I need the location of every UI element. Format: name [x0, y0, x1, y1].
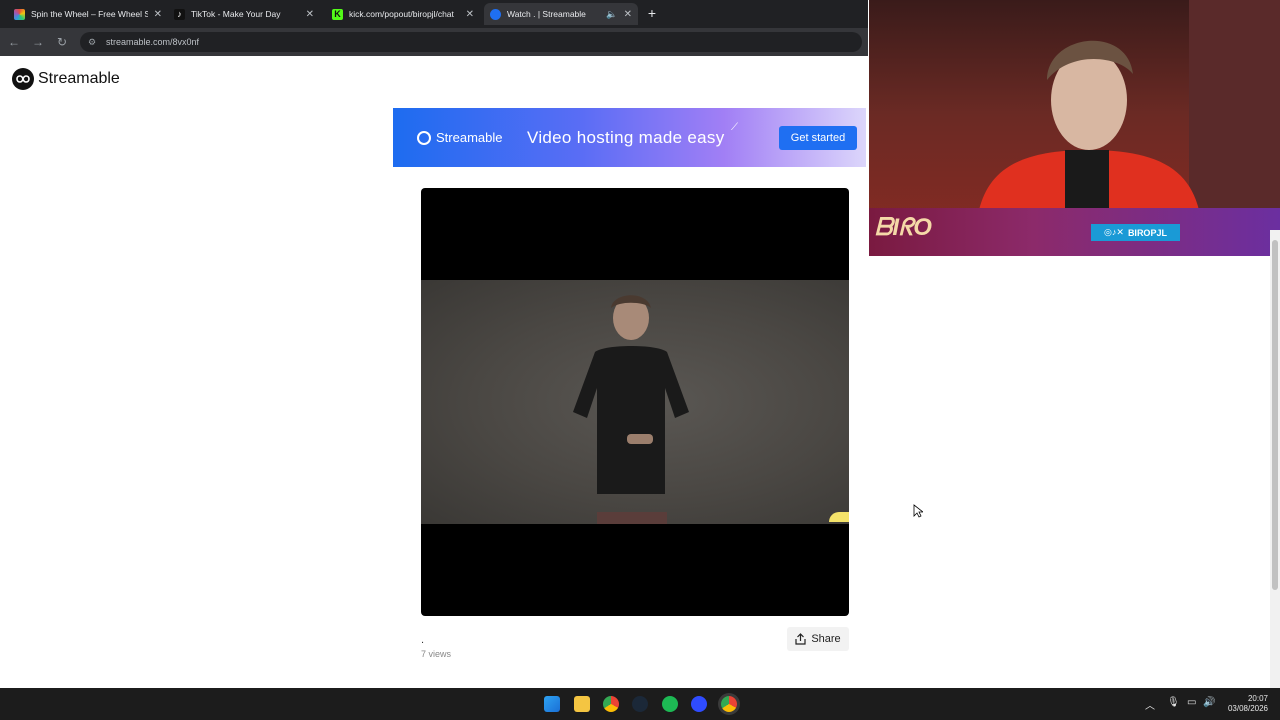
kick-favicon-icon: K	[332, 8, 343, 20]
tab-label: Watch . | Streamable	[507, 9, 586, 19]
streamable-logo-icon	[12, 68, 34, 90]
url-text[interactable]: streamable.com/8vx0nf	[106, 37, 199, 47]
address-bar[interactable]: ⚙ streamable.com/8vx0nf	[80, 32, 862, 52]
site-info-icon[interactable]: ⚙	[88, 37, 98, 47]
microphone-icon[interactable]: 🎙	[1167, 697, 1180, 708]
volume-icon[interactable]: 🔊	[1203, 697, 1215, 708]
screen: Spin the Wheel – Free Wheel Sp ✕ ♪ TikTo…	[0, 0, 1280, 720]
wheel-favicon-icon	[14, 8, 25, 20]
windows-start-icon[interactable]	[544, 696, 560, 712]
mouse-cursor-icon	[913, 504, 923, 518]
get-started-button[interactable]: Get started	[779, 126, 857, 150]
forward-arrow-icon[interactable]: →	[30, 34, 46, 50]
browser-tab-strip: Spin the Wheel – Free Wheel Sp ✕ ♪ TikTo…	[0, 0, 868, 28]
chevron-up-icon[interactable]: ︿	[1145, 697, 1155, 712]
banner-logo: Streamable	[417, 130, 502, 145]
social-handle-badge: ◎♪✕ BIROPJL	[1091, 224, 1180, 241]
streamable-logo-icon	[417, 130, 431, 145]
ea-app-icon[interactable]	[691, 696, 707, 712]
close-icon[interactable]: ✕	[466, 9, 474, 20]
view-count: 7 views	[421, 649, 452, 659]
sparkle-icon: ⟋	[731, 122, 738, 133]
webcam-overlay: ᗷIᖇO ◎♪✕ BIROPJL	[869, 0, 1280, 256]
speaker-icon[interactable]: 🔈	[606, 9, 617, 20]
streamable-logo[interactable]: Streamable	[12, 68, 120, 90]
social-icons: ◎♪✕	[1104, 227, 1124, 237]
tab-spin-the-wheel[interactable]: Spin the Wheel – Free Wheel Sp ✕	[8, 3, 168, 25]
scrollbar-thumb[interactable]	[1272, 240, 1278, 590]
tab-kick-chat[interactable]: K kick.com/popout/biropjl/chat ✕	[326, 3, 480, 25]
file-explorer-icon[interactable]	[574, 696, 590, 712]
clock-time: 20:07	[1247, 694, 1268, 703]
social-handle-text: BIROPJL	[1127, 227, 1167, 238]
person-figure	[573, 295, 689, 524]
close-icon[interactable]: ✕	[624, 9, 632, 20]
network-icon[interactable]: ▭	[1187, 697, 1196, 708]
system-clock[interactable]: 20:07 03/08/2026	[1228, 694, 1268, 714]
streamable-favicon-icon	[490, 8, 501, 20]
video-frame	[421, 280, 849, 524]
video-player[interactable]	[421, 188, 849, 616]
browser-toolbar: ← → ↻ ⚙ streamable.com/8vx0nf	[0, 28, 868, 56]
tab-streamable[interactable]: Watch . | Streamable 🔈 ✕	[484, 3, 638, 25]
back-arrow-icon[interactable]: ←	[6, 34, 22, 50]
close-icon[interactable]: ✕	[154, 9, 162, 20]
streamable-page: Streamable Streamable Video hosting made…	[0, 56, 868, 688]
banner-logo-text: Streamable	[436, 130, 503, 145]
share-button[interactable]: Share	[787, 627, 849, 651]
tab-label: TikTok - Make Your Day	[191, 9, 281, 19]
windows-taskbar: ︿ 🎙 ▭ 🔊 20:07 03/08/2026	[0, 688, 1280, 720]
tab-label: kick.com/popout/biropjl/chat	[349, 9, 454, 19]
spotify-icon[interactable]	[662, 696, 678, 712]
close-icon[interactable]: ✕	[306, 9, 314, 20]
share-label: Share	[811, 633, 841, 645]
share-icon	[795, 633, 806, 645]
clock-date: 03/08/2026	[1227, 704, 1268, 713]
corner-glyph	[829, 512, 849, 522]
page-scrollbar[interactable]	[1270, 230, 1280, 688]
tiktok-favicon-icon: ♪	[174, 8, 185, 20]
reload-icon[interactable]: ↻	[54, 34, 70, 50]
promo-banner[interactable]: Streamable Video hosting made easy ⟋ Get…	[393, 108, 866, 167]
logo-text: Streamable	[38, 70, 120, 87]
right-blank-area	[869, 256, 1280, 688]
chrome-icon[interactable]	[603, 696, 619, 712]
banner-headline: Video hosting made easy	[527, 128, 725, 147]
tab-label: Spin the Wheel – Free Wheel Sp	[31, 9, 148, 19]
steam-icon[interactable]	[632, 696, 648, 712]
video-title: .	[421, 634, 425, 646]
chrome-alt-icon[interactable]	[721, 696, 737, 712]
graffiti-logo: ᗷIᖇO	[875, 214, 932, 241]
new-tab-button[interactable]: +	[644, 6, 660, 22]
tab-tiktok[interactable]: ♪ TikTok - Make Your Day ✕	[168, 3, 320, 25]
